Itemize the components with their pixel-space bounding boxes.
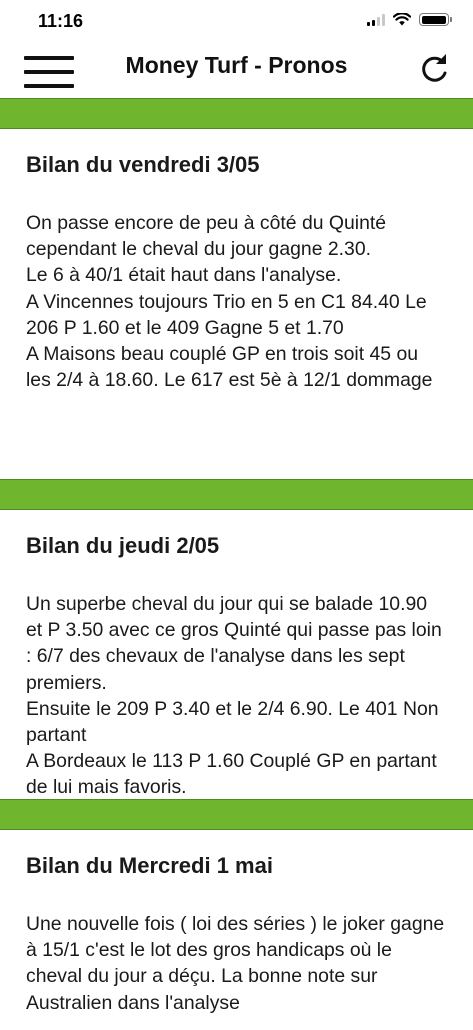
post-body: On passe encore de peu à côté du Quinté … (26, 212, 433, 392)
post-card[interactable]: Bilan du Mercredi 1 mai Une nouvelle foi… (0, 830, 473, 1030)
section-divider (0, 799, 473, 830)
post-card[interactable]: Bilan du jeudi 2/05 Un superbe cheval du… (0, 510, 473, 799)
app-header: Money Turf - Pronos (0, 44, 473, 98)
post-body: Un superbe cheval du jour qui se balade … (26, 593, 442, 799)
posts-feed[interactable]: Bilan du vendredi 3/05 On passe encore d… (0, 98, 473, 1030)
battery-icon (419, 13, 452, 26)
refresh-icon[interactable] (417, 48, 451, 88)
app-title: Money Turf - Pronos (125, 52, 348, 78)
post-title: Bilan du vendredi 3/05 (26, 152, 260, 177)
status-icons (367, 13, 452, 26)
status-time: 11:16 (38, 11, 84, 31)
section-divider (0, 479, 473, 510)
post-title: Bilan du Mercredi 1 mai (26, 853, 273, 878)
section-divider (0, 98, 473, 129)
post-title: Bilan du jeudi 2/05 (26, 533, 220, 558)
wifi-icon (393, 13, 411, 26)
post-card[interactable]: Bilan du vendredi 3/05 On passe encore d… (0, 129, 473, 479)
post-body: Une nouvelle fois ( loi des séries ) le … (26, 913, 445, 1014)
signal-icon (367, 13, 385, 26)
status-bar: 11:16 (0, 0, 473, 44)
